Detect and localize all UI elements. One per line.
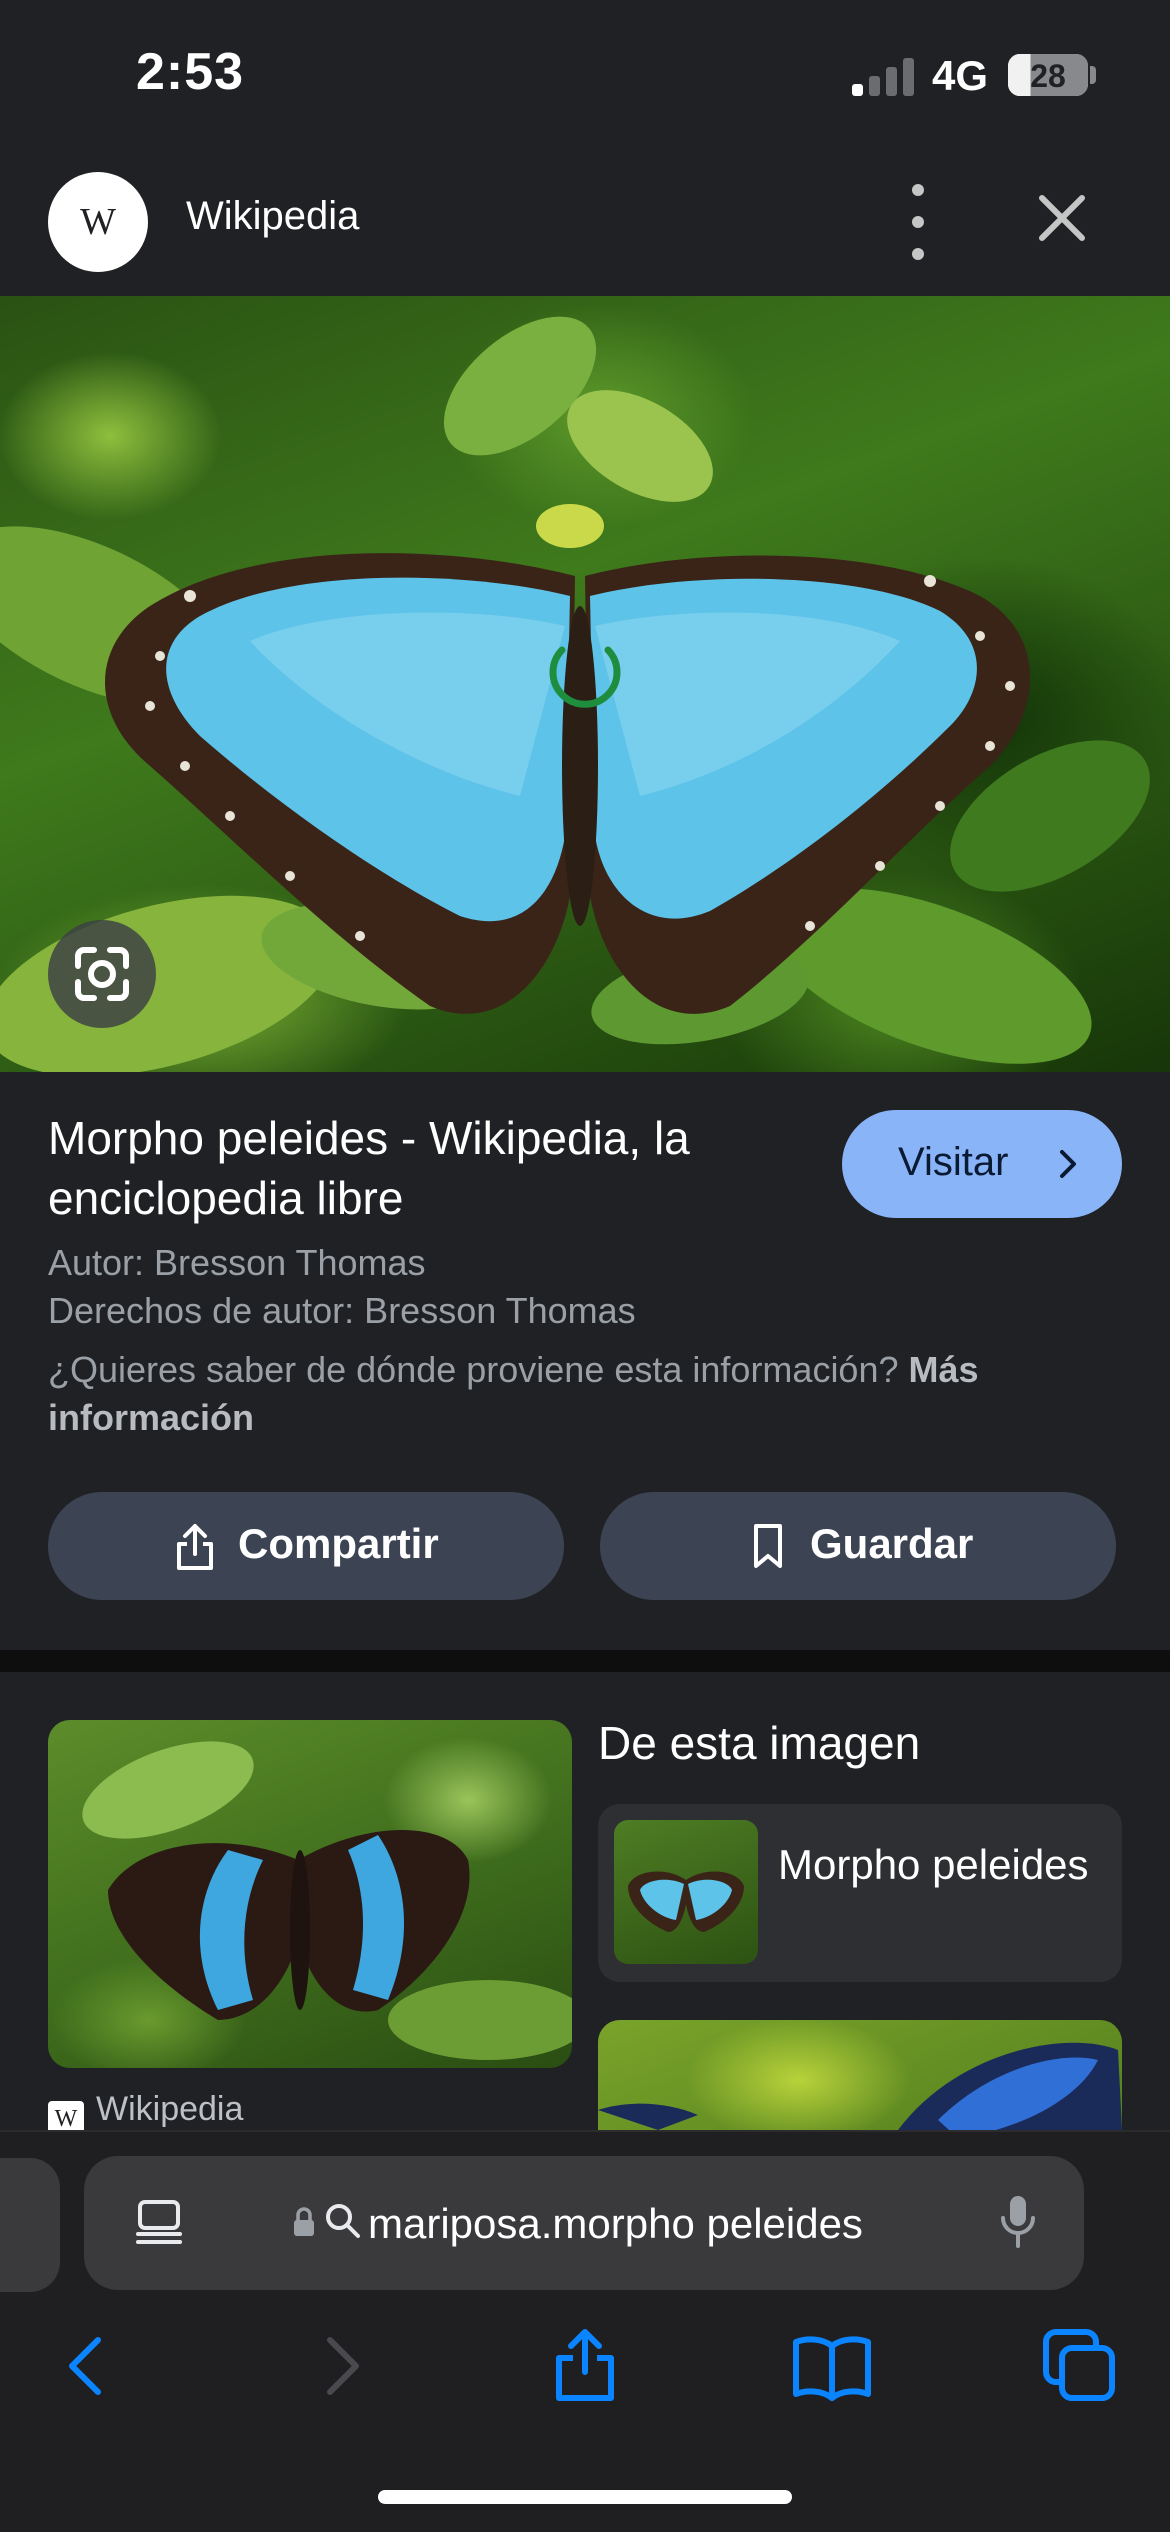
- share-icon[interactable]: [545, 2326, 625, 2406]
- battery-tip: [1090, 66, 1096, 84]
- site-header: W Wikipedia: [0, 150, 1170, 296]
- lens-search-icon: [75, 947, 129, 1001]
- result-source[interactable]: W Wikipedia: [48, 2090, 243, 2132]
- battery-icon: 28: [1008, 54, 1088, 96]
- back-icon[interactable]: [48, 2326, 128, 2406]
- network-type: 4G: [932, 52, 989, 99]
- status-time: 2:53: [136, 43, 245, 101]
- url-text: mariposa.morpho peleides: [368, 2200, 863, 2247]
- result-image[interactable]: [48, 1720, 572, 2068]
- previous-tab-preview[interactable]: [0, 2158, 60, 2292]
- reader-icon[interactable]: [134, 2198, 184, 2248]
- result-title[interactable]: Morpho peleides - Wikipedia, la enciclop…: [48, 1108, 808, 1228]
- save-label: Guardar: [810, 1520, 974, 1567]
- close-icon[interactable]: [1030, 186, 1094, 250]
- lens-search-button[interactable]: [48, 920, 156, 1028]
- save-button[interactable]: Guardar: [600, 1492, 1116, 1600]
- cellular-signal-icon: [852, 56, 916, 96]
- entity-name: Morpho peleides: [778, 1841, 1089, 1888]
- butterfly-thumbnail-2: [598, 2042, 1122, 2132]
- address-bar[interactable]: mariposa.morpho peleides: [84, 2156, 1084, 2290]
- chevron-right-icon: [1060, 1150, 1076, 1178]
- source-question-text: ¿Quieres saber de dónde proviene esta in…: [48, 1349, 899, 1390]
- from-image-heading: De esta imagen: [598, 1717, 921, 1769]
- section-divider: [0, 1650, 1170, 1672]
- butterfly-thumbnail: [82, 1741, 572, 2060]
- copyright-text: Derechos de autor: Bresson Thomas: [48, 1290, 636, 1331]
- bookmark-icon: [754, 1524, 782, 1568]
- result-source-name: Wikipedia: [96, 2090, 244, 2128]
- share-button[interactable]: Compartir: [48, 1492, 564, 1600]
- share-label: Compartir: [238, 1520, 439, 1567]
- spinner-icon: [544, 632, 626, 714]
- forward-icon[interactable]: [300, 2326, 380, 2406]
- entity-card[interactable]: Morpho peleides: [598, 1804, 1122, 1982]
- wikipedia-logo: W: [48, 2101, 84, 2132]
- site-name[interactable]: Wikipedia: [186, 194, 359, 239]
- bookmarks-icon[interactable]: [792, 2326, 872, 2406]
- wikipedia-logo: W: [48, 172, 148, 272]
- image-info-panel: Morpho peleides - Wikipedia, la enciclop…: [0, 1072, 1170, 1650]
- search-icon: [326, 2204, 360, 2238]
- status-bar: 2:53 4G 28: [0, 0, 1170, 150]
- author-text: Autor: Bresson Thomas: [48, 1242, 426, 1283]
- result-image-2[interactable]: [598, 2020, 1122, 2132]
- related-results: W Wikipedia De esta imagen Morpho peleide…: [0, 1672, 1170, 2132]
- share-icon: [177, 1524, 213, 1570]
- battery-percent: 28: [1030, 58, 1066, 94]
- visit-button-label: Visitar: [898, 1140, 1009, 1184]
- lock-icon: [294, 2207, 314, 2236]
- entity-thumbnail: [614, 1820, 758, 1964]
- more-vert-icon[interactable]: [896, 182, 940, 262]
- mic-icon[interactable]: [998, 2192, 1038, 2252]
- hero-image[interactable]: [0, 296, 1170, 1072]
- visit-button[interactable]: Visitar: [842, 1110, 1122, 1218]
- source-question: ¿Quieres saber de dónde proviene esta in…: [48, 1346, 1108, 1442]
- home-indicator[interactable]: [378, 2490, 792, 2504]
- browser-toolbar: mariposa.morpho peleides: [0, 2130, 1170, 2532]
- tabs-icon[interactable]: [1040, 2326, 1120, 2406]
